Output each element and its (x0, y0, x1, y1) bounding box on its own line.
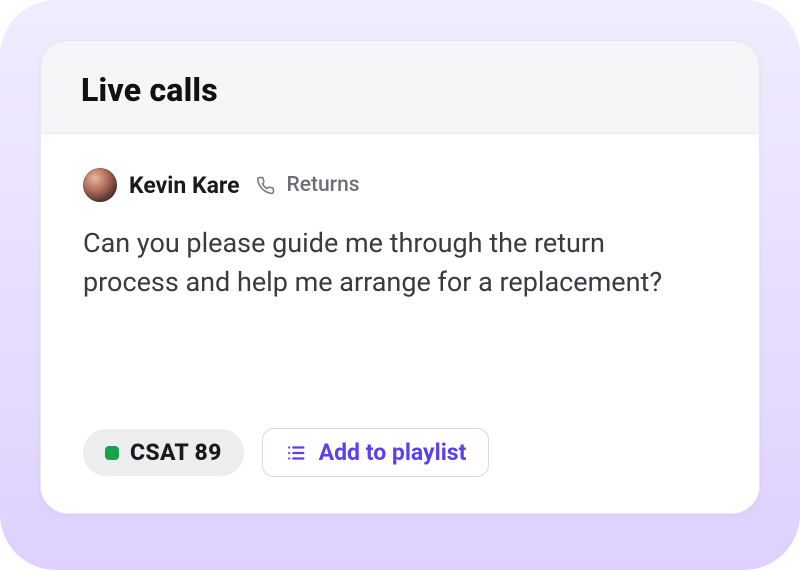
add-to-playlist-button[interactable]: Add to playlist (262, 428, 490, 477)
call-topic: Returns (287, 173, 360, 197)
action-row: CSAT 89 Add to playlist (83, 428, 717, 477)
phone-icon (256, 176, 275, 195)
status-dot-icon (105, 446, 119, 460)
csat-value: CSAT 89 (130, 439, 222, 466)
caller-row: Kevin Kare Returns (83, 168, 717, 202)
card-header: Live calls (41, 41, 759, 134)
section-title: Live calls (81, 71, 719, 109)
caller-name: Kevin Kare (129, 172, 240, 199)
avatar (83, 168, 117, 202)
page-background: Live calls Kevin Kare Returns Can you pl… (0, 0, 800, 570)
call-message: Can you please guide me through the retu… (83, 224, 683, 302)
playlist-icon (285, 442, 307, 464)
card-body: Kevin Kare Returns Can you please guide … (41, 134, 759, 513)
add-to-playlist-label: Add to playlist (319, 439, 467, 466)
live-calls-card: Live calls Kevin Kare Returns Can you pl… (40, 40, 760, 514)
csat-badge: CSAT 89 (83, 429, 244, 476)
